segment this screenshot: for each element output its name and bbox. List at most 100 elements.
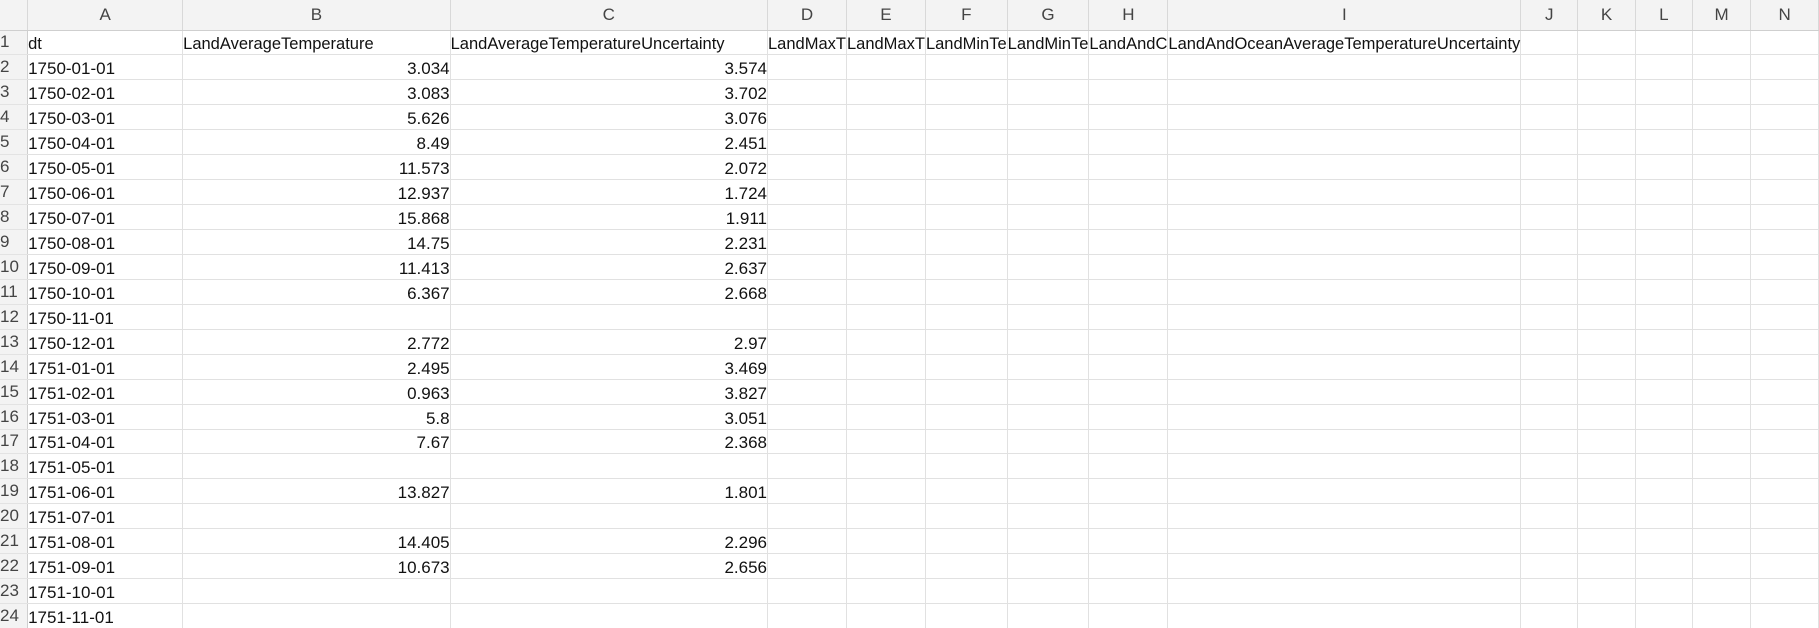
cell-i-empty[interactable]	[1167, 553, 1522, 580]
cell-d-empty[interactable]	[767, 279, 847, 305]
column-header-g[interactable]: G	[1007, 0, 1090, 31]
cell-date[interactable]: 1751-02-01	[27, 379, 184, 405]
cell-l-empty[interactable]	[1635, 379, 1693, 405]
cell-land-average-temperature[interactable]: 0.963	[182, 379, 451, 405]
row-header[interactable]: 18	[0, 453, 29, 480]
cell-land-average-temperature[interactable]: 5.8	[182, 404, 451, 430]
cell-n1[interactable]	[1750, 30, 1819, 56]
cell-date[interactable]: 1751-11-01	[27, 603, 184, 628]
cell-g-empty[interactable]	[1007, 179, 1090, 206]
cell-l-empty[interactable]	[1635, 528, 1693, 555]
cell-land-average-temperature-uncertainty[interactable]: 2.637	[450, 254, 769, 280]
cell-j-empty[interactable]	[1520, 129, 1579, 156]
cell-n-empty[interactable]	[1750, 354, 1819, 380]
cell-j-empty[interactable]	[1520, 453, 1579, 480]
cell-i-empty[interactable]	[1167, 229, 1522, 255]
cell-date[interactable]: 1750-03-01	[27, 104, 184, 131]
cell-l-empty[interactable]	[1635, 279, 1693, 305]
cell-g-empty[interactable]	[1007, 279, 1090, 305]
row-header[interactable]: 1	[0, 30, 29, 56]
cell-g-empty[interactable]	[1007, 54, 1090, 81]
cell-j-empty[interactable]	[1520, 304, 1579, 330]
cell-h-empty[interactable]	[1088, 429, 1169, 455]
column-header-j[interactable]: J	[1520, 0, 1579, 31]
cell-d-empty[interactable]	[767, 354, 847, 380]
cell-l1[interactable]	[1635, 30, 1693, 56]
cell-date[interactable]: 1750-08-01	[27, 229, 184, 255]
cell-d-empty[interactable]	[767, 79, 847, 106]
cell-i-empty[interactable]	[1167, 104, 1522, 131]
cell-g-empty[interactable]	[1007, 429, 1090, 455]
cell-g-empty[interactable]	[1007, 79, 1090, 106]
cell-m-empty[interactable]	[1692, 129, 1752, 156]
cell-g-empty[interactable]	[1007, 329, 1090, 355]
cell-f-empty[interactable]	[925, 104, 1008, 131]
cell-j-empty[interactable]	[1520, 603, 1579, 628]
cell-date[interactable]: 1751-04-01	[27, 429, 184, 455]
cell-d-empty[interactable]	[767, 329, 847, 355]
cell-n-empty[interactable]	[1750, 304, 1819, 330]
column-header-k[interactable]: K	[1577, 0, 1636, 31]
cell-date[interactable]: 1751-09-01	[27, 553, 184, 580]
cell-e-empty[interactable]	[846, 154, 926, 181]
cell-d-empty[interactable]	[767, 179, 847, 206]
cell-land-average-temperature-uncertainty[interactable]: 1.801	[450, 478, 769, 505]
cell-m-empty[interactable]	[1692, 79, 1752, 106]
cell-j-empty[interactable]	[1520, 379, 1579, 405]
column-header-n[interactable]: N	[1750, 0, 1819, 31]
cell-d-empty[interactable]	[767, 254, 847, 280]
cell-i-empty[interactable]	[1167, 154, 1522, 181]
column-header-l[interactable]: L	[1635, 0, 1693, 31]
cell-n-empty[interactable]	[1750, 79, 1819, 106]
cell-h-empty[interactable]	[1088, 528, 1169, 555]
cell-h-empty[interactable]	[1088, 154, 1169, 181]
row-header[interactable]: 13	[0, 329, 29, 355]
cell-land-average-temperature-uncertainty[interactable]: 1.724	[450, 179, 769, 206]
cell-f-empty[interactable]	[925, 603, 1008, 628]
cell-h-empty[interactable]	[1088, 329, 1169, 355]
cell-land-average-temperature[interactable]	[182, 503, 451, 530]
row-header[interactable]: 14	[0, 354, 29, 380]
cell-j-empty[interactable]	[1520, 429, 1579, 455]
cell-n-empty[interactable]	[1750, 478, 1819, 505]
cell-l-empty[interactable]	[1635, 304, 1693, 330]
cell-land-average-temperature-uncertainty[interactable]	[450, 603, 769, 628]
cell-e-empty[interactable]	[846, 104, 926, 131]
cell-j-empty[interactable]	[1520, 79, 1579, 106]
cell-e-empty[interactable]	[846, 129, 926, 156]
row-header[interactable]: 16	[0, 404, 29, 430]
cell-e-empty[interactable]	[846, 404, 926, 430]
cell-f-empty[interactable]	[925, 329, 1008, 355]
cell-m-empty[interactable]	[1692, 179, 1752, 206]
cell-d-empty[interactable]	[767, 478, 847, 505]
cell-h1[interactable]: LandAndC	[1088, 30, 1169, 56]
cell-k-empty[interactable]	[1577, 478, 1636, 505]
cell-date[interactable]: 1751-05-01	[27, 453, 184, 480]
cell-d-empty[interactable]	[767, 453, 847, 480]
cell-j-empty[interactable]	[1520, 503, 1579, 530]
row-header[interactable]: 23	[0, 578, 29, 605]
cell-d-empty[interactable]	[767, 553, 847, 580]
cell-e-empty[interactable]	[846, 578, 926, 605]
cell-n-empty[interactable]	[1750, 129, 1819, 156]
cell-date[interactable]: 1750-10-01	[27, 279, 184, 305]
cell-l-empty[interactable]	[1635, 578, 1693, 605]
cell-f-empty[interactable]	[925, 578, 1008, 605]
cell-k-empty[interactable]	[1577, 429, 1636, 455]
column-header-i[interactable]: I	[1167, 0, 1522, 31]
cell-land-average-temperature-uncertainty[interactable]: 2.97	[450, 329, 769, 355]
cell-land-average-temperature-uncertainty[interactable]: 2.656	[450, 553, 769, 580]
cell-k-empty[interactable]	[1577, 154, 1636, 181]
cell-m-empty[interactable]	[1692, 329, 1752, 355]
cell-j-empty[interactable]	[1520, 204, 1579, 230]
cell-land-average-temperature[interactable]	[182, 304, 451, 330]
cell-l-empty[interactable]	[1635, 553, 1693, 580]
cell-d-empty[interactable]	[767, 54, 847, 81]
cell-g-empty[interactable]	[1007, 553, 1090, 580]
cell-f-empty[interactable]	[925, 553, 1008, 580]
row-header[interactable]: 17	[0, 429, 29, 455]
cell-n-empty[interactable]	[1750, 204, 1819, 230]
cell-n-empty[interactable]	[1750, 104, 1819, 131]
cell-e-empty[interactable]	[846, 204, 926, 230]
row-header[interactable]: 21	[0, 528, 29, 555]
